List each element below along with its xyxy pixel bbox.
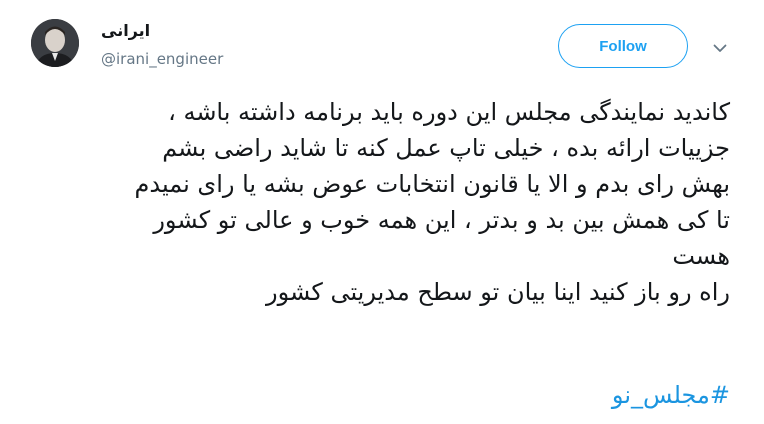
hashtag-link[interactable]: #مجلس_نو <box>612 380 730 410</box>
display-name[interactable]: ایرانی <box>101 21 150 40</box>
user-handle[interactable]: @irani_engineer <box>101 50 223 68</box>
tweet-line: راه رو باز کنید اینا بیان تو سطح مدیریتی… <box>265 278 730 306</box>
tweet-line: کاندید نمایندگی مجلس این دوره باید برنام… <box>168 98 730 126</box>
tweet-line: تا کی همش بین بد و بدتر ، این همه خوب و … <box>153 206 730 234</box>
follow-button[interactable]: Follow <box>558 24 688 68</box>
more-options-button[interactable] <box>708 38 732 58</box>
tweet-line: بهش رای بدم و الا یا قانون انتخابات عوض … <box>134 170 730 198</box>
tweet-line: هست <box>672 242 730 270</box>
chevron-down-icon <box>713 44 727 52</box>
tweet-text: کاندید نمایندگی مجلس این دوره باید برنام… <box>30 94 730 310</box>
avatar[interactable] <box>31 19 79 67</box>
profile-photo <box>31 19 79 67</box>
tweet-line: جزییات ارائه بده ، خیلی تاپ عمل کنه تا ش… <box>162 134 730 162</box>
